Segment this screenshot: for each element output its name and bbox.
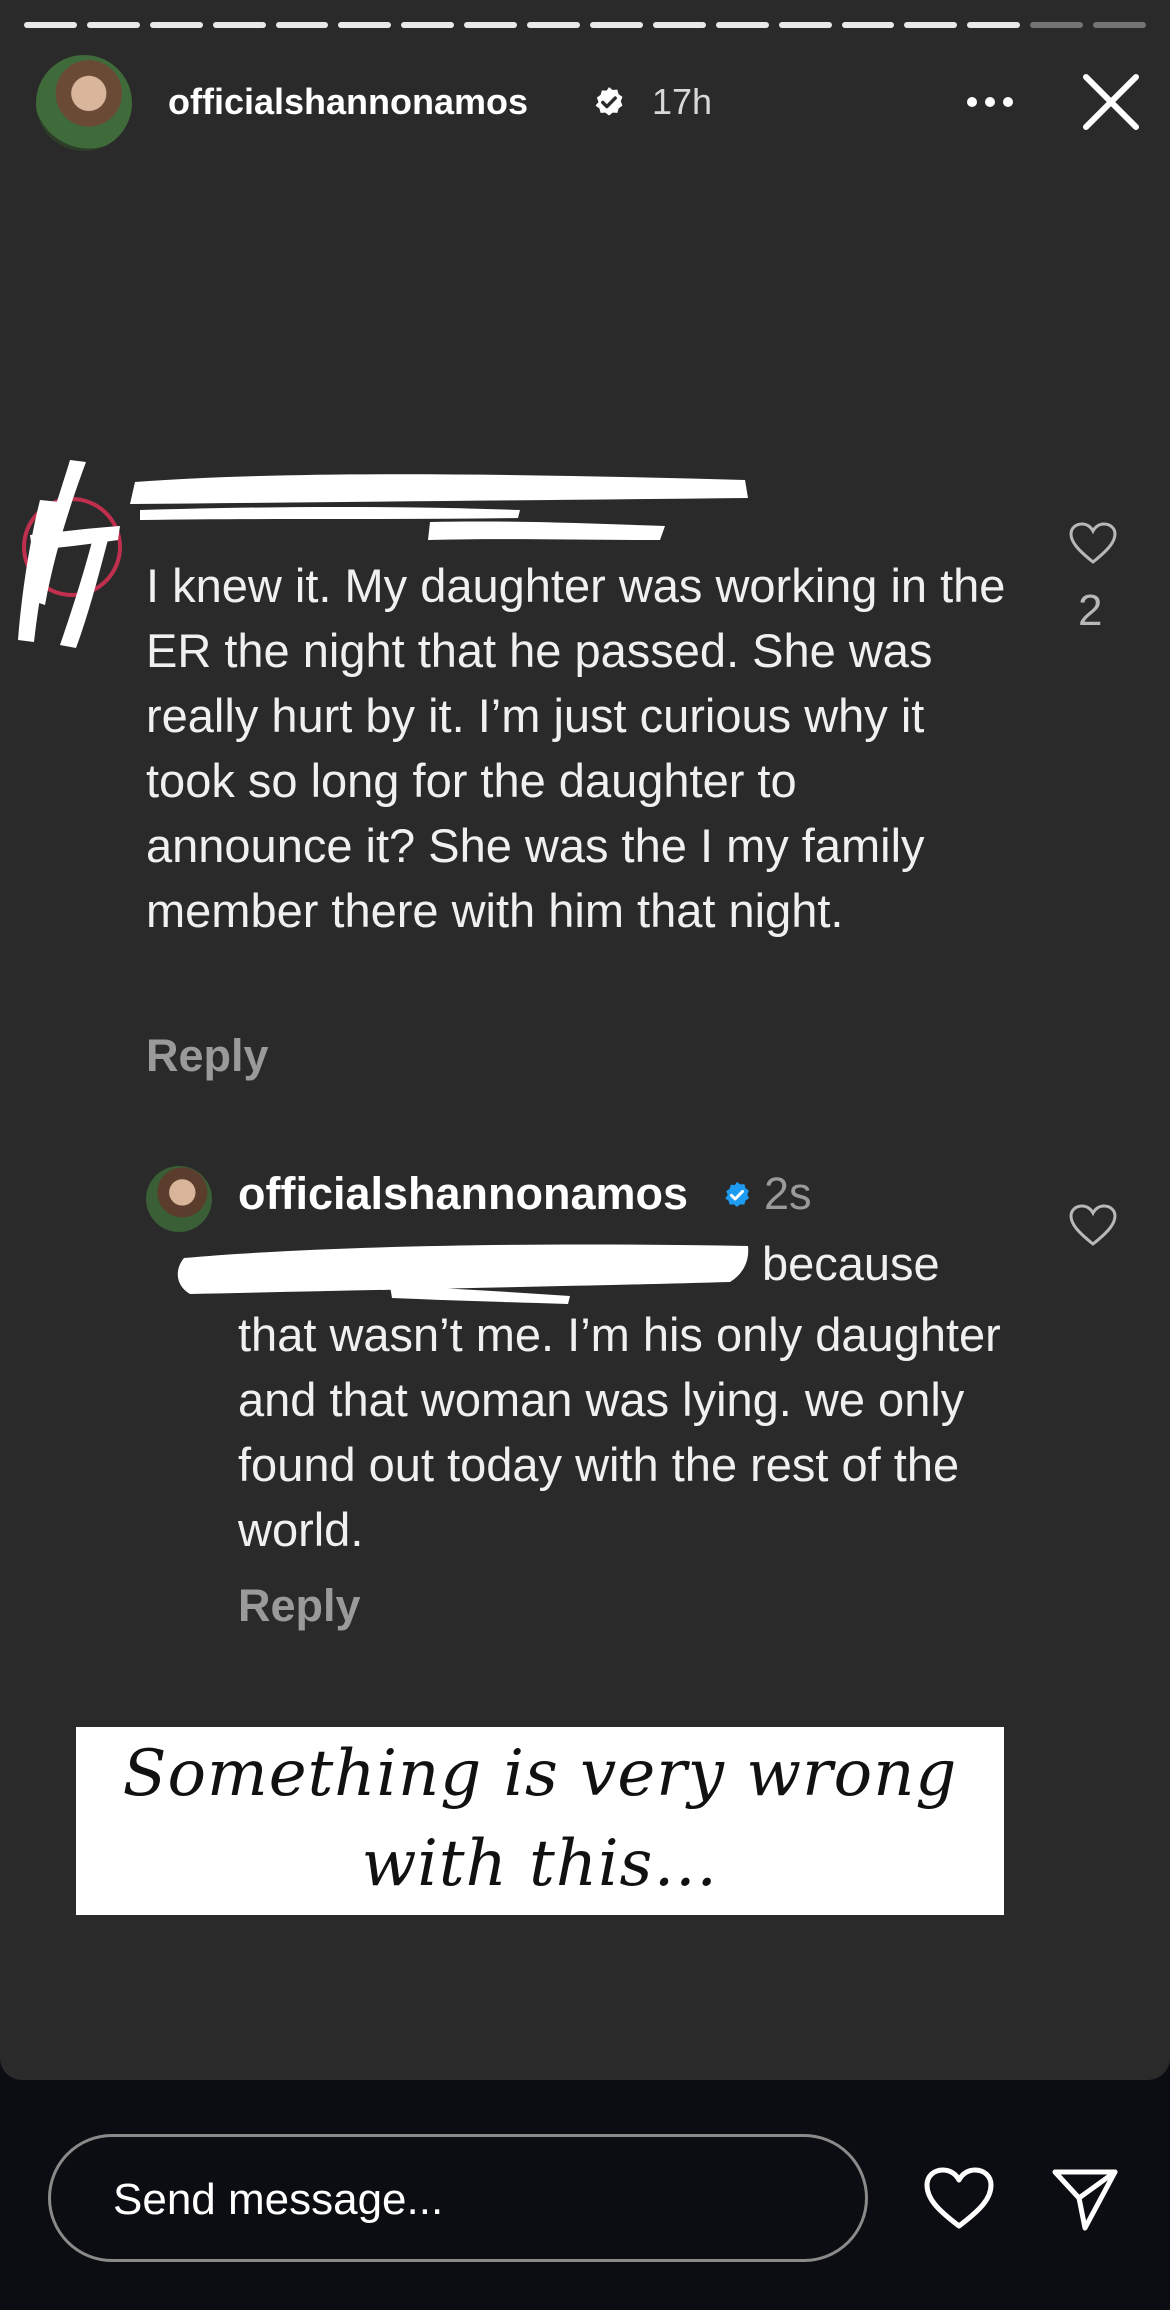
text-overlay-sticker: Something is very wrong with this… <box>76 1727 1004 1915</box>
progress-segment <box>590 22 643 28</box>
comment-like-icon[interactable] <box>1068 522 1118 566</box>
progress-segment <box>1030 22 1084 28</box>
progress-segment <box>275 22 329 28</box>
reply-time: 2s <box>764 1168 812 1219</box>
progress-segment <box>652 22 706 28</box>
progress-segment <box>967 22 1021 28</box>
reply-like-icon[interactable] <box>1068 1204 1118 1248</box>
progress-segment <box>149 22 203 28</box>
progress-segment <box>904 22 958 28</box>
send-message-input[interactable]: Send message... <box>48 2134 868 2262</box>
verified-icon <box>595 87 623 116</box>
more-icon[interactable] <box>960 77 1020 127</box>
progress-segment <box>24 22 77 28</box>
progress-segment <box>338 22 392 28</box>
progress-segment <box>841 22 895 28</box>
progress-segment <box>401 22 455 28</box>
reply-text: that wasn’t me. I’m his only daughter an… <box>238 1308 1001 1556</box>
story-progress-bar <box>24 22 1147 28</box>
progress-segment <box>715 22 769 28</box>
progress-segment <box>778 22 832 28</box>
reply-text-first: because <box>762 1237 940 1290</box>
reply-avatar <box>146 1166 212 1232</box>
author-username[interactable]: officialshannonamos <box>168 81 528 123</box>
heart-icon[interactable] <box>922 2166 996 2232</box>
send-icon[interactable] <box>1050 2164 1120 2234</box>
progress-segment <box>212 22 266 28</box>
send-message-placeholder: Send message... <box>113 2175 444 2224</box>
comment-reply-button[interactable]: Reply <box>146 1030 269 1082</box>
progress-segment <box>464 22 518 28</box>
comment-text: I knew it. My daughter was working in th… <box>146 559 1006 937</box>
story-time: 17h <box>652 81 713 122</box>
progress-segment <box>527 22 581 28</box>
author-avatar[interactable] <box>36 55 132 151</box>
reply-redaction-scribble <box>177 1244 749 1304</box>
story-frame[interactable]: officialshannonamos 17h I knew it. My da… <box>0 0 1170 2080</box>
reply-verified-icon <box>725 1181 749 1207</box>
comment-like-count: 2 <box>1078 586 1103 635</box>
progress-segment <box>86 22 140 28</box>
story-header: officialshannonamos 17h <box>0 55 1170 155</box>
progress-segment <box>1093 22 1147 28</box>
reply-reply-button[interactable]: Reply <box>238 1580 361 1632</box>
reply-username: officialshannonamos <box>238 1168 689 1219</box>
close-icon[interactable] <box>1078 69 1144 135</box>
